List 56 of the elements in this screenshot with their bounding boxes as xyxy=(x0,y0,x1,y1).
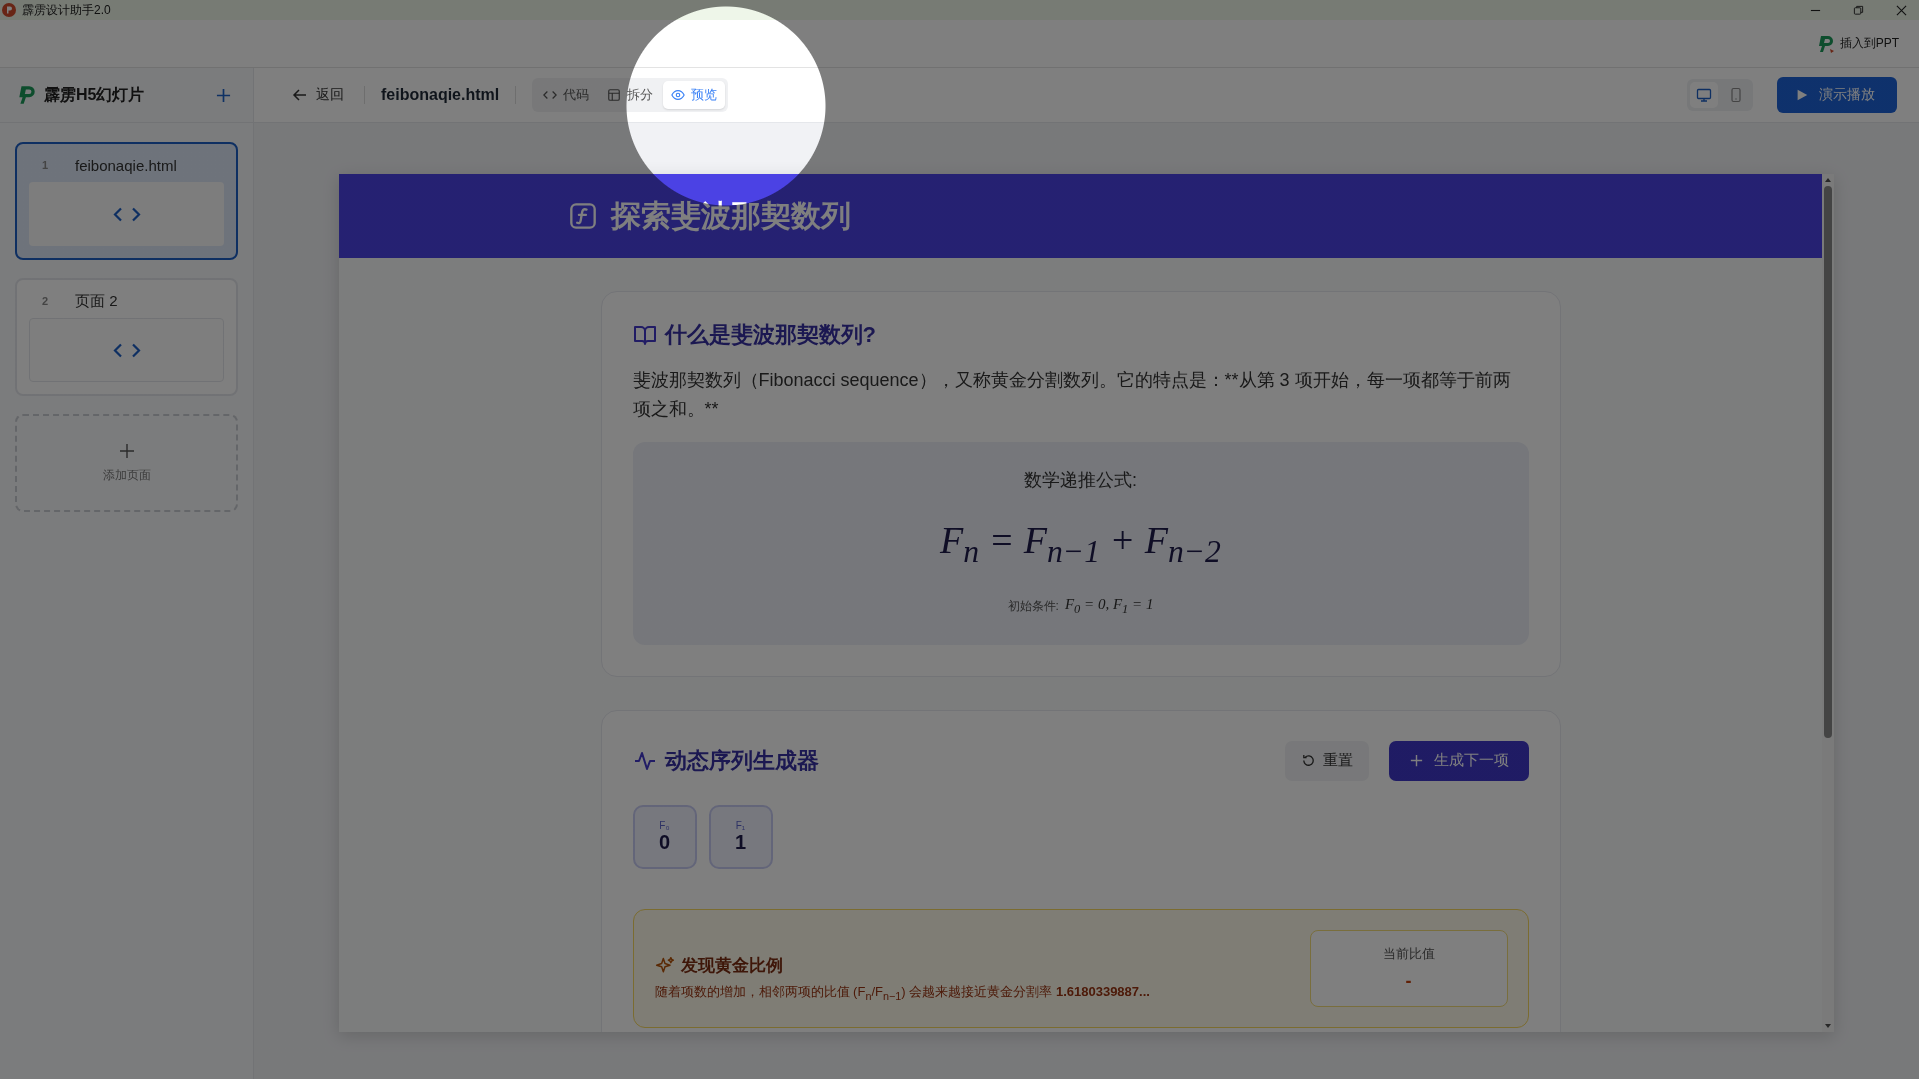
initial-formula: F$_{0}$ = 0, F$_{1}$ = 1 xyxy=(1064,595,1154,617)
file-name: feibonaqie.html xyxy=(381,86,500,104)
desktop-view-button[interactable] xyxy=(1690,82,1718,108)
page-card[interactable]: 2 页面 2 xyxy=(15,278,238,396)
code-icon xyxy=(111,341,142,359)
view-tab[interactable]: 预览 xyxy=(663,81,726,109)
app-logo-icon xyxy=(2,3,16,17)
initial-label: 初始条件: xyxy=(1007,597,1059,615)
plus-icon xyxy=(1408,753,1424,769)
eye-icon xyxy=(671,88,686,102)
add-icon[interactable] xyxy=(216,87,231,103)
scroll-down-icon[interactable] xyxy=(1824,1023,1832,1029)
ratio-label: 当前比值 xyxy=(1382,944,1435,963)
window-title: 霹雳设计助手2.0 xyxy=(22,1,111,19)
formula-label: 数学递推公式: xyxy=(1024,469,1137,492)
back-button[interactable]: 返回 xyxy=(288,82,348,108)
page-name: feibonaqie.html xyxy=(75,156,177,174)
play-button[interactable]: 演示播放 xyxy=(1777,77,1897,113)
sparkles-icon xyxy=(654,955,675,976)
term-label: F₀ xyxy=(659,819,670,831)
slide-title: 探索斐波那契数列 xyxy=(610,197,851,234)
term-value: 0 xyxy=(658,830,671,854)
back-arrow-icon xyxy=(292,87,308,103)
golden-description: 随着项数的增加，相邻两项的比值 (F$_{n}$/F$_{n−1}$) 会越来越接近黄金分割率 1.6180339887... xyxy=(654,983,1151,1002)
intro-paragraph: 斐波那契数列（Fibonacci sequence），又称黄金分割数列。它的特点是：**从第 3 项开始，每一项都等于前两项之和。** xyxy=(632,369,1512,421)
layout-icon xyxy=(607,88,622,102)
code-icon xyxy=(543,88,558,102)
restore-icon[interactable] xyxy=(1853,4,1864,16)
close-icon[interactable] xyxy=(1896,4,1907,16)
scroll-up-icon[interactable] xyxy=(1824,177,1832,183)
scrollbar[interactable] xyxy=(1822,174,1834,1032)
term-value: 1 xyxy=(734,830,747,854)
insert-to-ppt-button[interactable]: 插入到PPT xyxy=(1813,31,1901,56)
code-icon xyxy=(111,205,142,223)
monitor-icon xyxy=(1696,87,1712,103)
view-tab[interactable]: 代码 xyxy=(535,81,598,109)
section-heading: 什么是斐波那契数列? xyxy=(664,321,876,349)
reset-button[interactable]: 重置 xyxy=(1284,740,1369,781)
formula: F$_{n}$ = F$_{n−1}$ + F$_{n−2}$ xyxy=(940,518,1221,570)
page-number: 2 xyxy=(41,295,50,307)
book-icon xyxy=(632,323,657,347)
brand-logo-icon xyxy=(16,84,38,106)
add-page-button[interactable]: 添加页面 xyxy=(15,414,238,512)
function-icon xyxy=(568,202,597,230)
ratio-value: - xyxy=(1405,970,1412,992)
next-term-button[interactable]: 生成下一项 xyxy=(1388,740,1529,781)
app-name: 霹雳H5幻灯片 xyxy=(44,84,145,105)
term-label: F₁ xyxy=(735,819,746,831)
refresh-icon xyxy=(1300,753,1316,769)
view-tab[interactable]: 拆分 xyxy=(599,81,662,109)
section-heading: 动态序列生成器 xyxy=(664,746,819,775)
plus-icon xyxy=(118,442,135,459)
play-icon xyxy=(1795,88,1809,102)
page-name: 页面 2 xyxy=(75,291,118,311)
phone-icon xyxy=(1728,87,1744,103)
golden-heading: 发现黄金比例 xyxy=(680,955,783,978)
